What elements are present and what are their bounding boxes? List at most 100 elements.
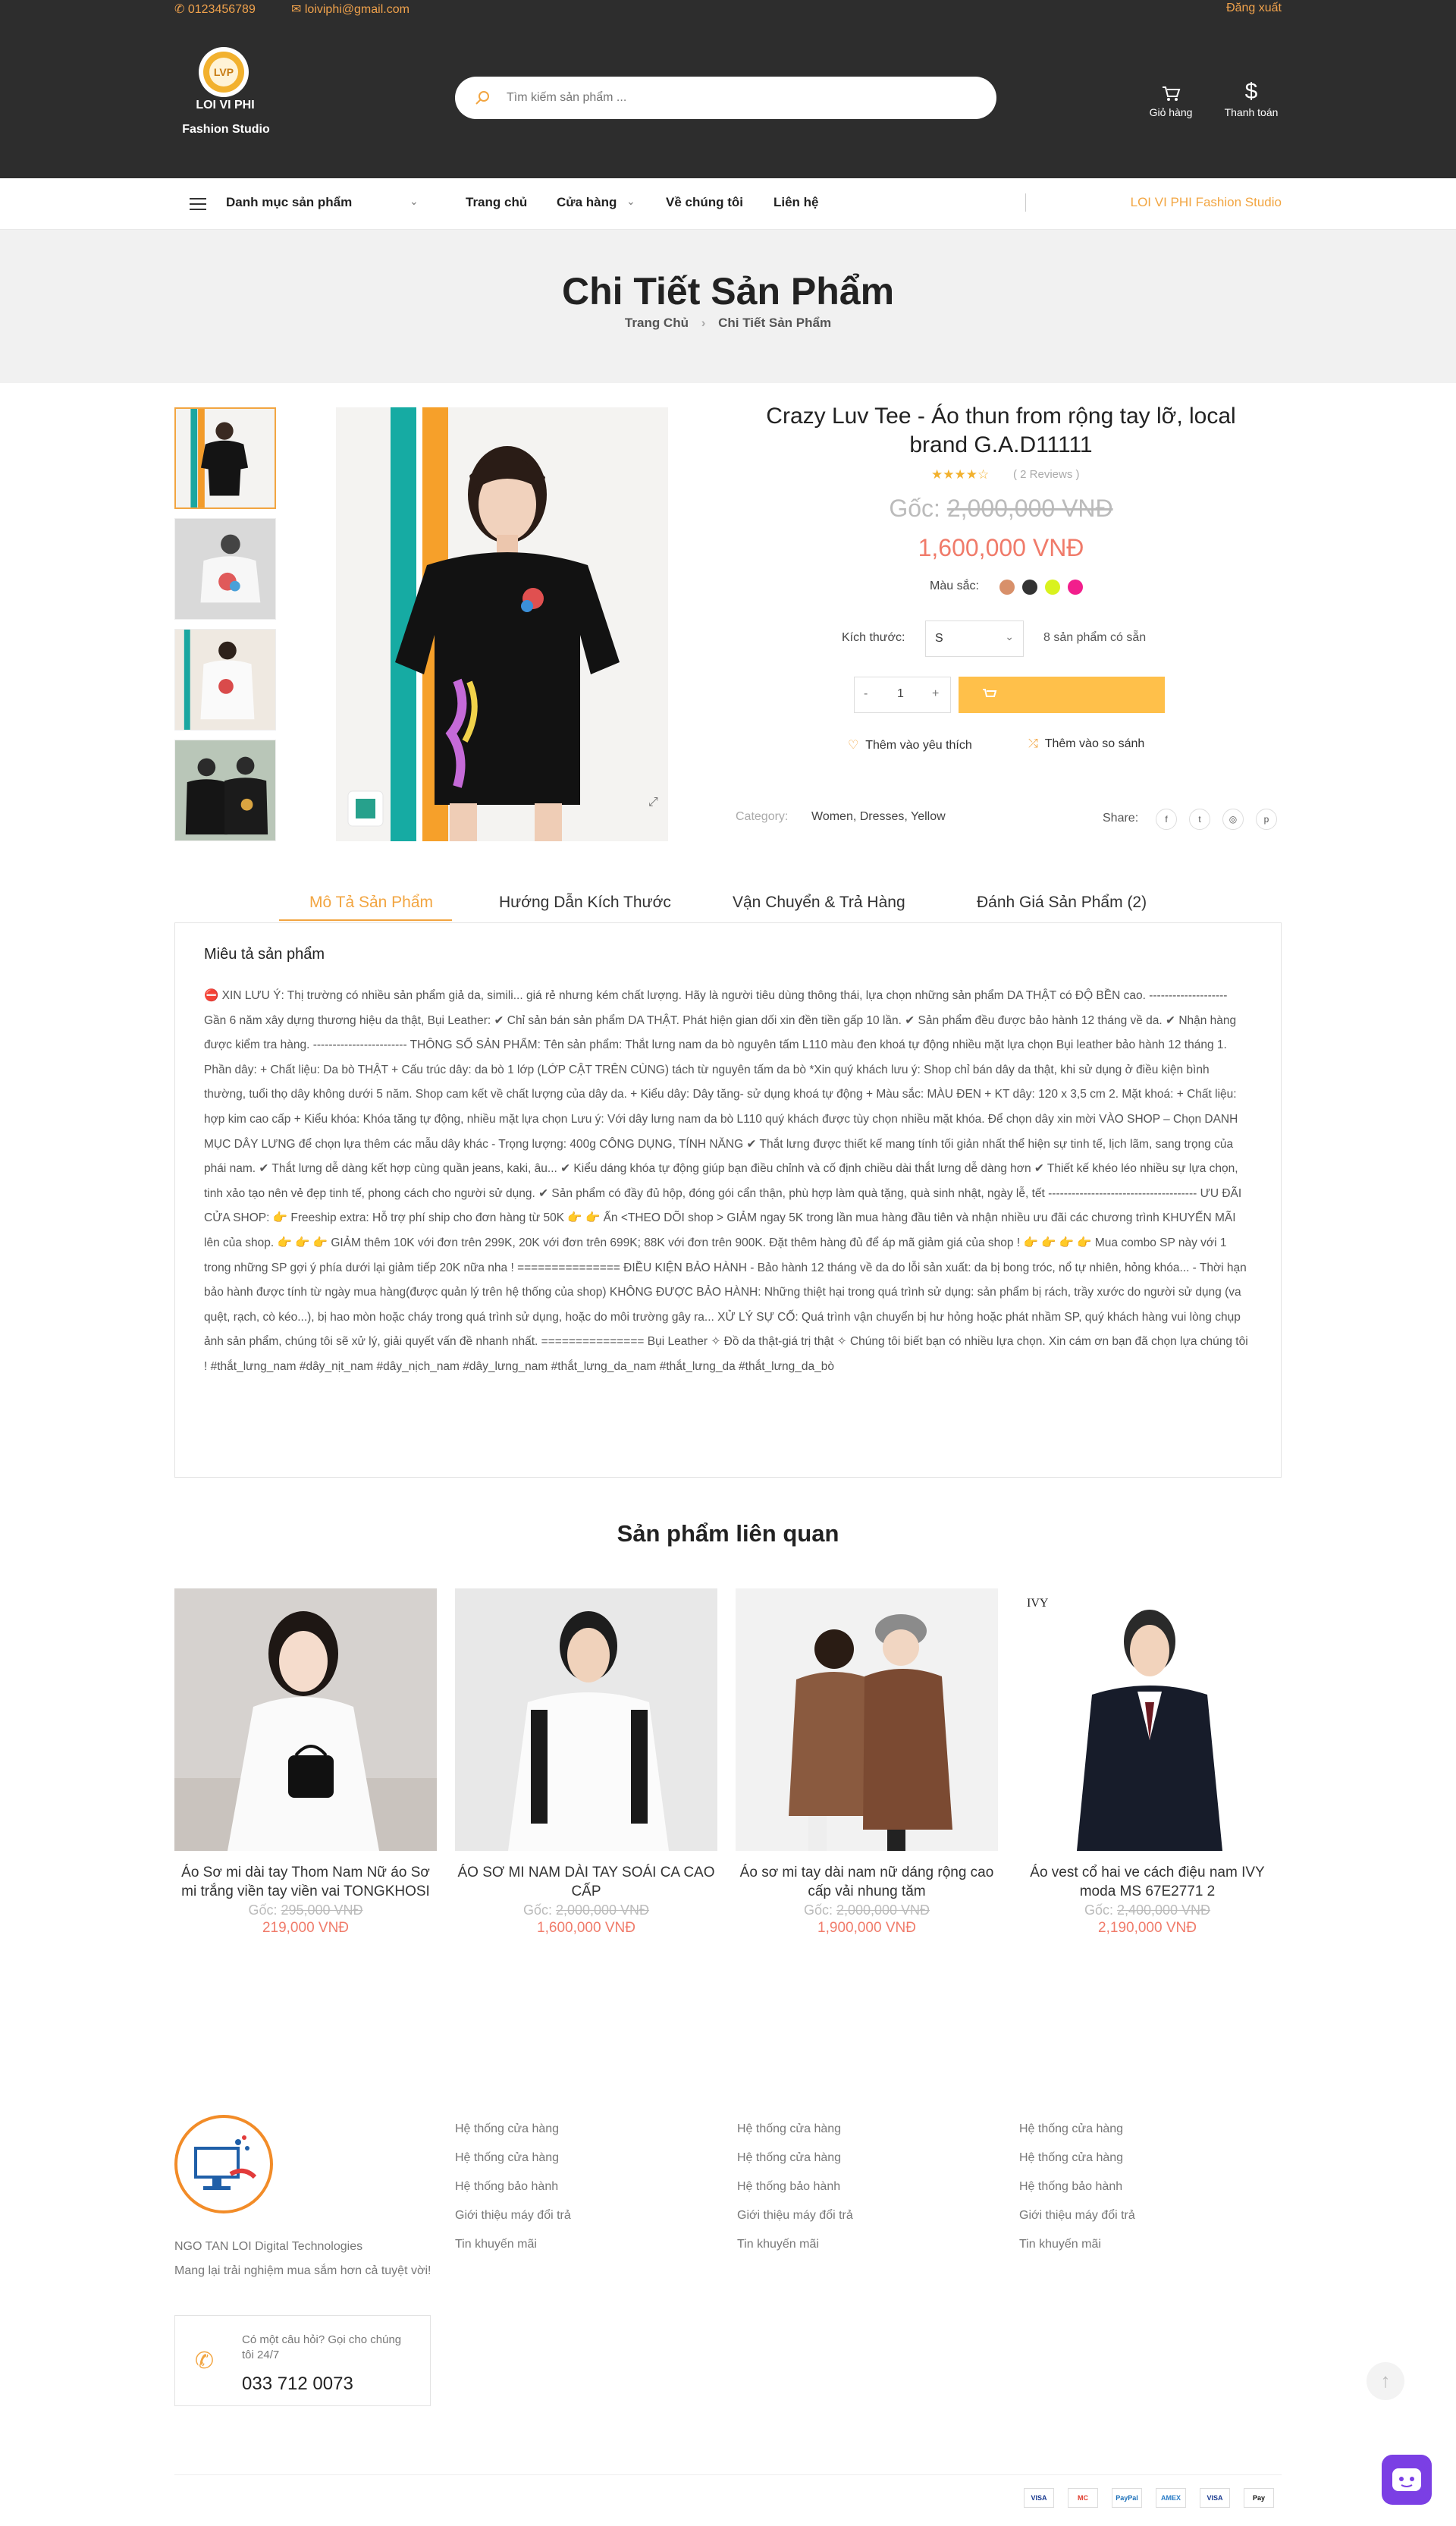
footer-link[interactable]: Giới thiệu máy đổi trả	[737, 2209, 853, 2223]
qty-plus-button[interactable]: +	[932, 687, 939, 701]
review-count[interactable]: ( 2 Reviews )	[1013, 468, 1080, 481]
related-product-card[interactable]: Áo sơ mi tay dài nam nữ dáng rộng cao cấ…	[736, 1588, 998, 1937]
footer-link[interactable]: Hệ thống cửa hàng	[737, 2122, 841, 2136]
related-product-name[interactable]: ÁO SƠ MI NAM DÀI TAY SOÁI CA CAO CẤP	[455, 1863, 717, 1901]
nav-divider	[1025, 193, 1026, 212]
product-title: Crazy Luv Tee - Áo thun from rộng tay lỡ…	[766, 404, 1236, 457]
phone-icon: ✆	[195, 2348, 215, 2374]
phone-link[interactable]: ✆ 0123456789	[174, 2, 256, 17]
related-product-card[interactable]: ÁO SƠ MI NAM DÀI TAY SOÁI CA CAO CẤP Gốc…	[455, 1588, 717, 1937]
nav-shop[interactable]: Cửa hàng	[557, 195, 617, 210]
footer-link[interactable]: Tin khuyến mãi	[455, 2238, 537, 2251]
zoom-icon[interactable]: ⤢	[648, 796, 664, 811]
brand-logo[interactable]: LVP	[199, 47, 249, 97]
visa-icon: VISA	[1024, 2488, 1054, 2508]
footer-link[interactable]: Hệ thống bảo hành	[1019, 2180, 1122, 2194]
chevron-down-icon: ⌄	[410, 195, 419, 207]
footer-link[interactable]: Hệ thống bảo hành	[455, 2180, 558, 2194]
search-icon[interactable]	[473, 89, 491, 107]
original-price-value: 2,000,000 VNĐ	[555, 1902, 650, 1918]
related-sale-price: 2,190,000 VNĐ	[1098, 1920, 1197, 1936]
gallery-thumb-2[interactable]	[174, 518, 276, 620]
checkout-button[interactable]: $ Thanh toán	[1221, 79, 1282, 118]
footer-link[interactable]: Hệ thống cửa hàng	[1019, 2151, 1123, 2165]
footer-link[interactable]: Tin khuyến mãi	[1019, 2238, 1101, 2251]
sale-price: 1,600,000 VNĐ	[918, 534, 1084, 561]
cart-icon	[983, 689, 997, 697]
description-text: ⛔ XIN LƯU Ý: Thị trường có nhiều sản phẩ…	[204, 989, 1248, 1373]
footer-phone[interactable]: 033 712 0073	[242, 2374, 353, 2395]
footer-link[interactable]: Hệ thống cửa hàng	[1019, 2122, 1123, 2136]
chat-widget-button[interactable]	[1382, 2455, 1432, 2505]
nav-about[interactable]: Về chúng tôi	[666, 195, 743, 210]
gallery-thumb-4[interactable]	[174, 740, 276, 841]
category-links[interactable]: Women, Dresses, Yellow	[811, 810, 946, 824]
quantity-stepper: - 1 +	[854, 677, 951, 713]
related-product-image[interactable]: IVY	[1016, 1588, 1279, 1851]
related-sale-price: 1,600,000 VNĐ	[537, 1920, 635, 1936]
footer-divider	[174, 2474, 1282, 2475]
twitter-icon[interactable]: t	[1189, 809, 1210, 830]
footer-about: NGO TAN LOI Digital Technologies Mang lạ…	[174, 2235, 432, 2283]
menu-icon[interactable]	[190, 198, 206, 210]
qty-value[interactable]: 1	[897, 687, 904, 701]
gallery-thumb-1[interactable]	[174, 407, 276, 509]
size-select[interactable]: S ⌄	[925, 621, 1024, 657]
page-title: Chi Tiết Sản Phẩm	[561, 270, 895, 313]
search-input[interactable]	[507, 87, 962, 108]
related-product-card[interactable]: IVY Áo vest cổ hai ve cách điệu nam IVY …	[1016, 1588, 1279, 1937]
nav-contact[interactable]: Liên hệ	[774, 195, 819, 210]
wishlist-link[interactable]: ♡ Thêm vào yêu thích	[848, 737, 972, 752]
related-product-image[interactable]	[455, 1588, 717, 1851]
tab-size-guide[interactable]: Hướng Dẫn Kích Thước	[499, 894, 671, 912]
footer-link[interactable]: Giới thiệu máy đổi trả	[1019, 2209, 1135, 2223]
related-product-name[interactable]: Áo vest cổ hai ve cách điệu nam IVY moda…	[1016, 1863, 1279, 1901]
related-product-image[interactable]	[736, 1588, 998, 1851]
color-swatch[interactable]	[999, 580, 1015, 595]
product-photo	[336, 407, 668, 841]
qty-minus-button[interactable]: -	[864, 687, 868, 701]
footer-logo[interactable]	[174, 2115, 273, 2213]
pinterest-icon[interactable]: p	[1256, 809, 1277, 830]
search-bar	[455, 77, 996, 119]
tab-description[interactable]: Mô Tả Sản Phẩm	[309, 894, 433, 912]
related-product-image[interactable]	[174, 1588, 437, 1851]
footer-company-name: NGO TAN LOI Digital Technologies	[174, 2240, 363, 2253]
tab-reviews[interactable]: Đánh Giá Sản Phẩm (2)	[977, 894, 1147, 912]
instagram-icon[interactable]: ◎	[1222, 809, 1244, 830]
tab-shipping[interactable]: Vận Chuyển & Trả Hàng	[733, 894, 905, 912]
color-swatch[interactable]	[1045, 580, 1060, 595]
footer-link[interactable]: Hệ thống cửa hàng	[737, 2151, 841, 2165]
footer-link[interactable]: Giới thiệu máy đổi trả	[455, 2209, 571, 2223]
compare-link[interactable]: ⤮ Thêm vào so sánh	[1028, 737, 1144, 751]
back-to-top-button[interactable]: ↑	[1367, 2362, 1404, 2400]
nav-home[interactable]: Trang chủ	[466, 195, 527, 210]
facebook-icon[interactable]: f	[1156, 809, 1177, 830]
cart-button[interactable]: Giỏ hàng	[1141, 79, 1201, 118]
related-sale-price: 219,000 VNĐ	[262, 1920, 350, 1936]
logout-link[interactable]: Đăng xuất	[1226, 2, 1282, 15]
color-swatch[interactable]	[1068, 580, 1083, 595]
email-text: loiviphi@gmail.com	[304, 3, 410, 16]
footer-link[interactable]: Hệ thống cửa hàng	[455, 2122, 559, 2136]
color-swatch[interactable]	[1022, 580, 1037, 595]
product-main-image[interactable]: ⤢	[336, 407, 668, 841]
original-price-label: Gốc:	[248, 1902, 278, 1918]
original-price-label: Gốc:	[803, 1902, 833, 1918]
footer-link[interactable]: Tin khuyến mãi	[737, 2238, 819, 2251]
related-product-card[interactable]: Áo Sơ mi dài tay Thom Nam Nữ áo Sơ mi tr…	[174, 1588, 437, 1937]
breadcrumb-home[interactable]: Trang Chủ	[625, 316, 689, 330]
categories-dropdown[interactable]: Danh mục sản phẩm	[226, 195, 352, 210]
footer-link[interactable]: Hệ thống cửa hàng	[455, 2151, 559, 2165]
related-product-name[interactable]: Áo Sơ mi dài tay Thom Nam Nữ áo Sơ mi tr…	[174, 1863, 437, 1901]
related-product-name[interactable]: Áo sơ mi tay dài nam nữ dáng rộng cao cấ…	[736, 1863, 998, 1901]
add-to-cart-button[interactable]	[959, 677, 1165, 713]
amex-icon: AMEX	[1156, 2488, 1186, 2508]
email-link[interactable]: ✉ loiviphi@gmail.com	[291, 2, 410, 17]
description-title: Miêu tả sản phẩm	[204, 946, 325, 963]
footer-link[interactable]: Hệ thống bảo hành	[737, 2180, 840, 2194]
main-nav: Danh mục sản phẩm ⌄ Trang chủ Cửa hàng ⌄…	[0, 178, 1456, 230]
phone-text: 0123456789	[187, 3, 256, 16]
gallery-thumb-3[interactable]	[174, 629, 276, 730]
nav-brand-label: LOI VI PHI Fashion Studio	[1130, 195, 1282, 209]
